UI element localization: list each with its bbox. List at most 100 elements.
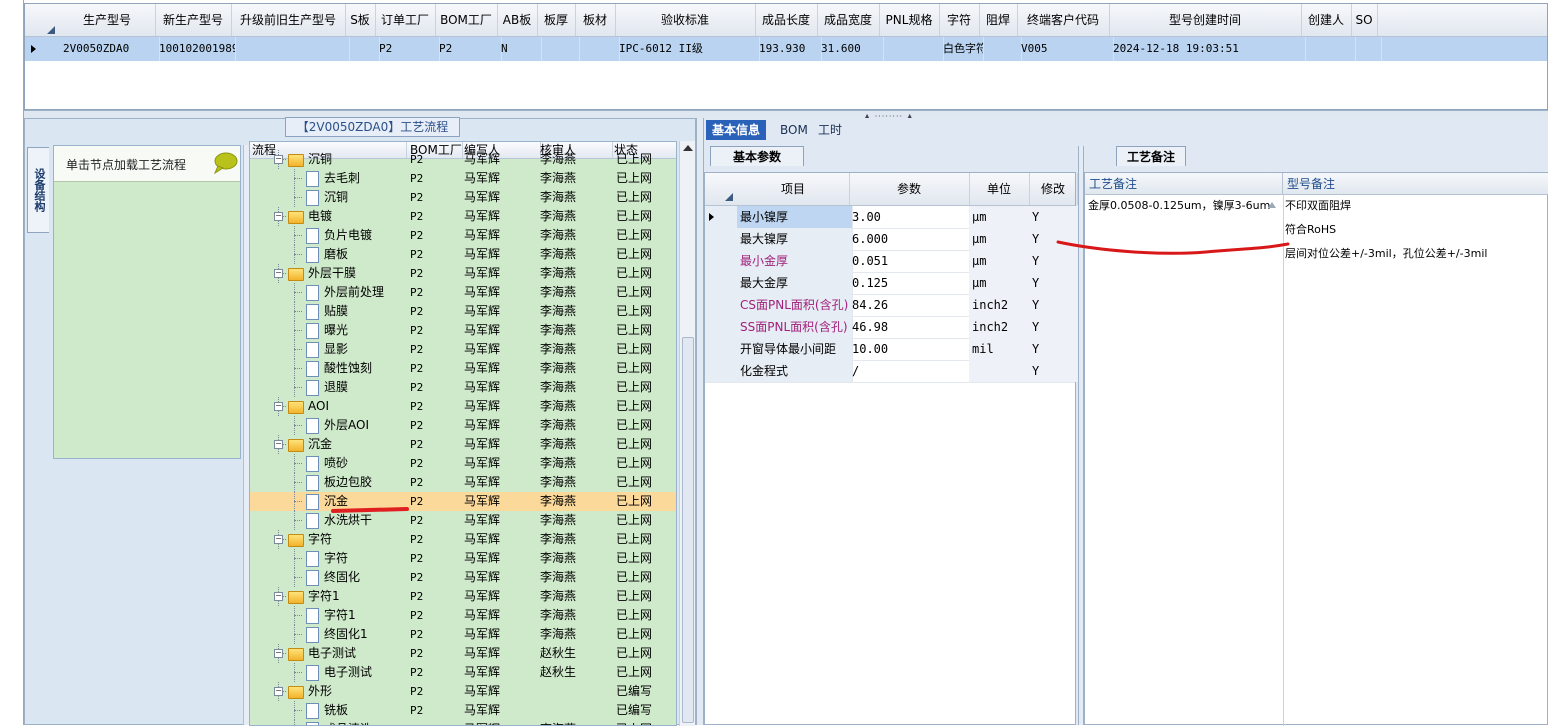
- column-header[interactable]: 升级前旧生产型号: [231, 4, 346, 36]
- column-header[interactable]: 创建人: [1301, 4, 1352, 36]
- tree-row[interactable]: 沉铜 P2 马军辉 李海燕 已上网: [250, 188, 676, 207]
- param-cell-mod[interactable]: Y: [1029, 360, 1081, 382]
- tree-row[interactable]: − 外层干膜 P2 马军辉 李海燕 已上网: [250, 264, 676, 283]
- param-cell-mod[interactable]: Y: [1029, 206, 1081, 228]
- param-cell-value[interactable]: /: [849, 360, 973, 382]
- row-header[interactable]: [705, 338, 741, 360]
- row-header[interactable]: [705, 206, 741, 228]
- horizontal-splitter[interactable]: ▲ ········ ▲: [24, 110, 1548, 121]
- collapse-icon[interactable]: −: [274, 535, 283, 544]
- param-column-header[interactable]: 参数: [849, 173, 970, 205]
- product-grid-row[interactable]: 2V0050ZDA010010200198947P2P2NIPC-6012 II…: [25, 37, 1547, 61]
- tree-row[interactable]: 沉金 P2 马军辉 李海燕 已上网: [250, 492, 676, 511]
- collapse-icon[interactable]: −: [274, 212, 283, 221]
- param-cell-mod[interactable]: Y: [1029, 272, 1081, 294]
- tree-row[interactable]: 贴膜 P2 马军辉 李海燕 已上网: [250, 302, 676, 321]
- grid-cell[interactable]: 193.930: [755, 37, 822, 61]
- tree-row[interactable]: − 字符 P2 马军辉 李海燕 已上网: [250, 530, 676, 549]
- grid-cell[interactable]: IPC-6012 II级: [615, 37, 760, 61]
- tree-row[interactable]: − 外形 P2 马军辉 已编写: [250, 682, 676, 701]
- column-header[interactable]: 新生产型号: [155, 4, 232, 36]
- param-row[interactable]: SS面PNL面积(含孔) 46.98 inch2 Y: [705, 316, 1081, 339]
- tree-row[interactable]: 铣板 P2 马军辉 已编写: [250, 701, 676, 720]
- tree-row[interactable]: 酸性蚀刻 P2 马军辉 李海燕 已上网: [250, 359, 676, 378]
- column-header[interactable]: 字符: [939, 4, 980, 36]
- column-header[interactable]: 阻焊: [979, 4, 1018, 36]
- param-cell-unit[interactable]: inch2: [969, 316, 1033, 338]
- tab-process-notes[interactable]: 工艺备注: [1116, 146, 1186, 166]
- param-row[interactable]: 最大镍厚 6.000 μm Y: [705, 228, 1081, 251]
- model-note-line[interactable]: 符合RoHS: [1285, 223, 1336, 237]
- tree-row[interactable]: 水洗烘干 P2 马军辉 李海燕 已上网: [250, 511, 676, 530]
- param-row[interactable]: CS面PNL面积(含孔) 84.26 inch2 Y: [705, 294, 1081, 317]
- tree-row[interactable]: 显影 P2 马军辉 李海燕 已上网: [250, 340, 676, 359]
- param-cell-unit[interactable]: inch2: [969, 294, 1033, 316]
- tree-row[interactable]: 喷砂 P2 马军辉 李海燕 已上网: [250, 454, 676, 473]
- process-note-text[interactable]: 金厚0.0508-0.125um，镍厚3-6um: [1088, 199, 1270, 213]
- grid-cell[interactable]: [879, 37, 944, 61]
- row-header[interactable]: [705, 272, 741, 294]
- row-header[interactable]: [705, 316, 741, 338]
- column-header[interactable]: 验收标准: [615, 4, 756, 36]
- vertical-splitter[interactable]: [696, 118, 704, 725]
- tree-row[interactable]: 负片电镀 P2 马军辉 李海燕 已上网: [250, 226, 676, 245]
- param-cell-value[interactable]: 0.125: [849, 272, 973, 294]
- grid-cell[interactable]: 10010200198947: [155, 37, 236, 61]
- param-cell-unit[interactable]: [969, 360, 1033, 382]
- column-header[interactable]: PNL规格: [879, 4, 940, 36]
- param-cell-unit[interactable]: μm: [969, 272, 1033, 294]
- grid-cell[interactable]: N: [497, 37, 542, 61]
- row-header[interactable]: [705, 228, 741, 250]
- param-row[interactable]: 化金程式 / Y: [705, 360, 1081, 383]
- grid-cell[interactable]: 2024-12-18 19:03:51: [1109, 37, 1306, 61]
- tree-row[interactable]: − 电子测试 P2 马军辉 赵秋生 已上网: [250, 644, 676, 663]
- param-cell-value[interactable]: 3.00: [849, 206, 973, 228]
- collapse-icon[interactable]: −: [274, 649, 283, 658]
- param-cell-unit[interactable]: mil: [969, 338, 1033, 360]
- grid-cell[interactable]: [1301, 37, 1356, 61]
- param-cell-value[interactable]: 6.000: [849, 228, 973, 250]
- row-header[interactable]: [705, 294, 741, 316]
- collapse-icon[interactable]: −: [274, 402, 283, 411]
- tree-row[interactable]: 电子测试 P2 马军辉 赵秋生 已上网: [250, 663, 676, 682]
- param-cell-mod[interactable]: Y: [1029, 338, 1081, 360]
- column-header[interactable]: 订单工厂: [375, 4, 436, 36]
- tab-basic-params[interactable]: 基本参数: [710, 146, 804, 166]
- param-column-header[interactable]: 修改: [1029, 173, 1078, 205]
- tree-row[interactable]: − 字符1 P2 马军辉 李海燕 已上网: [250, 587, 676, 606]
- column-header[interactable]: S板: [345, 4, 376, 36]
- tree-row[interactable]: 外层AOI P2 马军辉 李海燕 已上网: [250, 416, 676, 435]
- collapse-icon[interactable]: −: [274, 269, 283, 278]
- model-note-line[interactable]: 不印双面阻焊: [1285, 199, 1351, 213]
- tree-row[interactable]: − 沉金 P2 马军辉 李海燕 已上网: [250, 435, 676, 454]
- detail-tab[interactable]: 工时: [812, 120, 848, 140]
- row-header[interactable]: [705, 360, 741, 382]
- grid-cell[interactable]: [575, 37, 620, 61]
- tree-row[interactable]: 磨板 P2 马军辉 李海燕 已上网: [250, 245, 676, 264]
- collapse-icon[interactable]: −: [274, 687, 283, 696]
- param-column-header[interactable]: 项目: [737, 173, 850, 205]
- tree-row[interactable]: 字符1 P2 马军辉 李海燕 已上网: [250, 606, 676, 625]
- scroll-up-icon[interactable]: [1267, 201, 1277, 209]
- row-header[interactable]: [705, 250, 741, 272]
- tree-row[interactable]: − AOI P2 马军辉 李海燕 已上网: [250, 397, 676, 416]
- collapse-icon[interactable]: −: [274, 440, 283, 449]
- tree-scrollbar[interactable]: [679, 141, 695, 726]
- model-note-line[interactable]: 层间对位公差+/-3mil，孔位公差+/-3mil: [1285, 247, 1487, 261]
- tree-row[interactable]: 终固化 P2 马军辉 李海燕 已上网: [250, 568, 676, 587]
- column-header[interactable]: 成品长度: [755, 4, 818, 36]
- grid-cell[interactable]: 31.600: [817, 37, 884, 61]
- grid-cell[interactable]: P2: [375, 37, 440, 61]
- param-cell-value[interactable]: 0.051: [849, 250, 973, 272]
- tree-row[interactable]: 曝光 P2 马军辉 李海燕 已上网: [250, 321, 676, 340]
- tree-row[interactable]: 外层前处理 P2 马军辉 李海燕 已上网: [250, 283, 676, 302]
- param-row[interactable]: 最小镍厚 3.00 μm Y: [705, 206, 1081, 229]
- tree-row[interactable]: 退膜 P2 马军辉 李海燕 已上网: [250, 378, 676, 397]
- param-cell-mod[interactable]: Y: [1029, 294, 1081, 316]
- param-row[interactable]: 开窗导体最小间距 10.00 mil Y: [705, 338, 1081, 361]
- param-cell-unit[interactable]: μm: [969, 206, 1033, 228]
- column-header[interactable]: 生产型号: [59, 4, 156, 36]
- tree-row[interactable]: 板边包胶 P2 马军辉 李海燕 已上网: [250, 473, 676, 492]
- grid-cell[interactable]: [1351, 37, 1382, 61]
- column-header[interactable]: 型号创建时间: [1109, 4, 1302, 36]
